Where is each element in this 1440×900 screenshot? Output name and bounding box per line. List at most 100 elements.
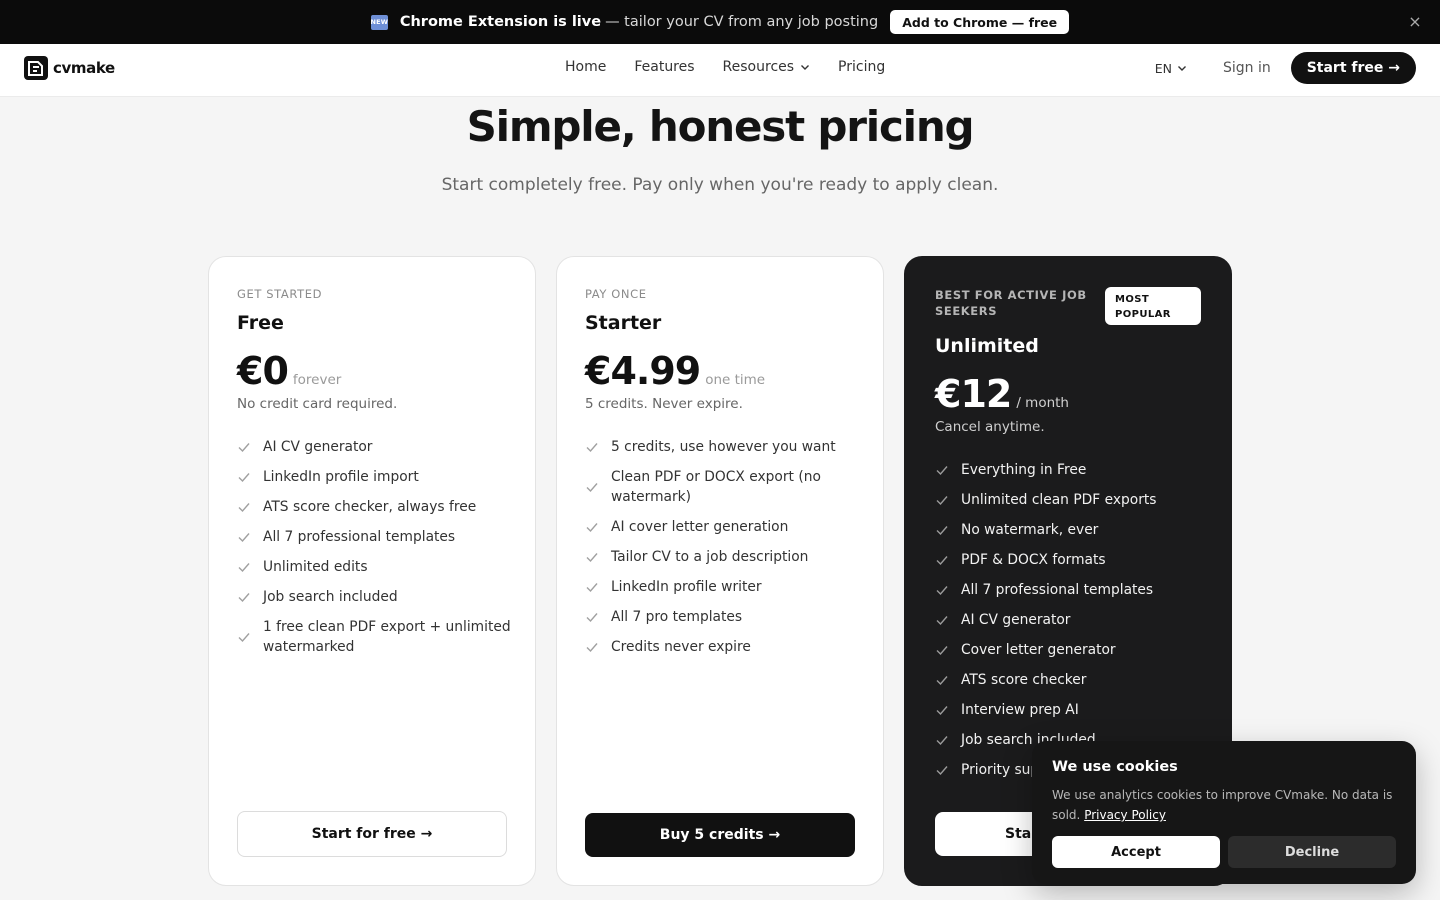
feature-item: AI CV generator [935,610,1210,630]
feature-text: Tailor CV to a job description [611,549,809,565]
plan-note: 5 credits. Never expire. [585,396,743,412]
check-icon [238,633,250,643]
announcement-bar: NEW Chrome Extension is live — tailor yo… [0,0,1440,44]
start-free-button[interactable]: Start free → [1290,52,1416,84]
feature-item: 5 credits, use however you want [585,437,860,457]
check-icon [586,643,598,653]
feature-item: Interview prep AI [935,700,1210,720]
feature-item: ATS score checker [935,670,1210,690]
feature-text: Priority sup [961,762,1040,778]
feature-text: LinkedIn profile import [263,469,419,485]
feature-text: Credits never expire [611,639,751,655]
feature-text: ATS score checker, always free [263,499,477,515]
language-label: EN [1154,60,1172,76]
feature-text: AI CV generator [263,439,373,455]
nav-link-resources[interactable]: Resources [723,59,811,75]
new-badge-icon: NEW [371,14,388,30]
feature-item: Credits never expire [585,637,860,657]
feature-text: ATS score checker [961,672,1087,688]
plan-price-row: €0 forever [237,349,341,393]
feature-text: LinkedIn profile writer [611,579,762,595]
privacy-policy-link[interactable]: Privacy Policy [1084,808,1166,822]
close-icon[interactable]: × [1406,13,1424,31]
buy-credits-button[interactable]: Buy 5 credits → [585,813,855,857]
feature-item: No watermark, ever [935,520,1210,540]
feature-text: AI CV generator [961,612,1071,628]
check-icon [586,583,598,593]
chevron-down-icon [801,65,810,70]
accept-cookies-button[interactable]: Accept [1052,836,1220,868]
nav-link-pricing[interactable]: Pricing [838,59,885,75]
announcement-headline: Chrome Extension is live [399,14,602,30]
start-for-free-button[interactable]: Start for free → [237,811,507,857]
check-icon [936,736,948,746]
check-icon [936,526,948,536]
most-popular-badge: MOST POPULAR [1105,287,1201,325]
plan-note: Cancel anytime. [935,419,1045,435]
cookie-text: We use analytics cookies to improve CVma… [1052,785,1396,825]
feature-text: All 7 professional templates [961,582,1154,598]
feature-item: 1 free clean PDF export + unlimited wate… [237,617,512,657]
plan-note: No credit card required. [237,396,398,412]
feature-item: All 7 professional templates [237,527,512,547]
feature-item: Everything in Free [935,460,1210,480]
check-icon [936,556,948,566]
announcement-text: — tailor your CV from any job posting [605,14,879,30]
feature-text: Job search included [263,589,398,605]
nav-link-features[interactable]: Features [634,59,694,75]
check-icon [936,676,948,686]
feature-item: Unlimited edits [237,557,512,577]
add-to-chrome-button[interactable]: Add to Chrome — free [890,10,1070,34]
feature-item: Clean PDF or DOCX export (no watermark) [585,467,860,507]
feature-text: 5 credits, use however you want [611,439,836,455]
feature-item: Job search included [237,587,512,607]
check-icon [586,443,598,453]
logo-text: cvmake [53,59,115,77]
check-icon [586,613,598,623]
feature-text: PDF & DOCX formats [961,552,1106,568]
plan-period: one time [705,372,766,388]
feature-item: All 7 pro templates [585,607,860,627]
logo[interactable]: cvmake [24,56,115,80]
feature-item: Tailor CV to a job description [585,547,860,567]
feature-text: Unlimited edits [263,559,368,575]
feature-item: LinkedIn profile import [237,467,512,487]
feature-text: Interview prep AI [961,702,1079,718]
cookie-actions: Accept Decline [1052,836,1396,868]
page-title: Simple, honest pricing [466,102,975,151]
nav-link-home[interactable]: Home [565,59,606,75]
plan-kicker: BEST FOR ACTIVE JOB SEEKERS [935,288,1087,318]
language-selector[interactable]: EN [1155,61,1187,76]
plan-features: 5 credits, use however you want Clean PDF… [585,437,860,667]
plan-period: / month [1016,395,1069,411]
feature-item: AI cover letter generation [585,517,860,537]
plan-price: €0 [237,349,289,393]
nav-actions: EN Sign in Start free → [1155,52,1416,84]
feature-text: Everything in Free [961,462,1087,478]
feature-item: LinkedIn profile writer [585,577,860,597]
feature-text: No watermark, ever [961,522,1099,538]
decline-cookies-button[interactable]: Decline [1228,836,1396,868]
plan-name: Free [237,312,284,334]
check-icon [936,616,948,626]
feature-item: ATS score checker, always free [237,497,512,517]
check-icon [238,503,250,513]
nav-links: Home Features Resources Pricing [565,59,913,75]
plan-kicker: GET STARTED [237,287,323,301]
feature-text: Cover letter generator [961,642,1116,658]
feature-text: AI cover letter generation [611,519,789,535]
check-icon [238,593,250,603]
check-icon [936,706,948,716]
feature-text: All 7 professional templates [263,529,456,545]
feature-item: All 7 professional templates [935,580,1210,600]
chevron-down-icon [1177,66,1186,71]
check-icon [936,496,948,506]
feature-item: Cover letter generator [935,640,1210,660]
sign-in-link[interactable]: Sign in [1223,60,1271,76]
check-icon [936,466,948,476]
check-icon [936,586,948,596]
feature-text: Clean PDF or DOCX export (no watermark) [611,469,821,505]
page-subtitle: Start completely free. Pay only when you… [441,175,999,195]
cookie-title: We use cookies [1052,759,1178,775]
plan-period: forever [292,372,342,388]
